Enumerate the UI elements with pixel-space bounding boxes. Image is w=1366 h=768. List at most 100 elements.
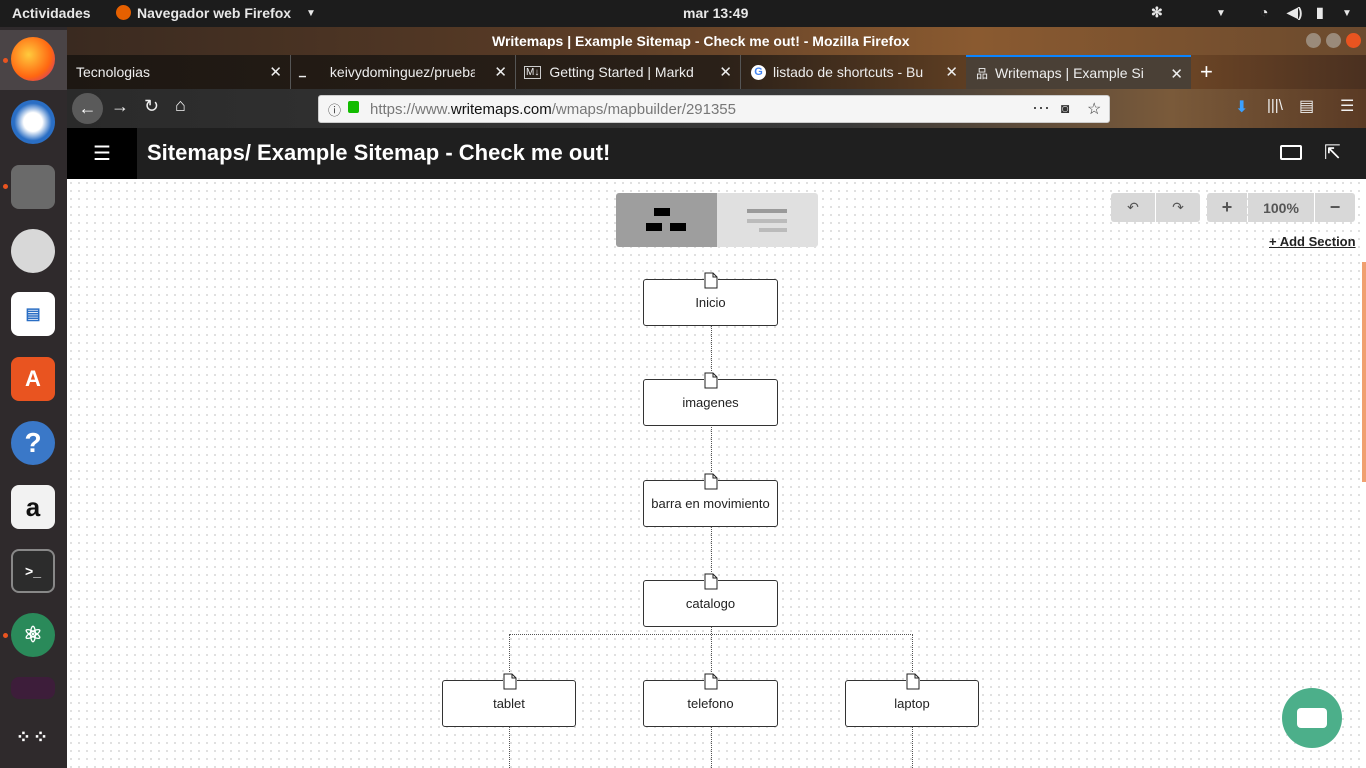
close-tab-icon[interactable]: ✕: [494, 63, 507, 81]
forward-icon[interactable]: →: [111, 96, 129, 117]
node-label: Inicio: [695, 295, 726, 310]
hamburger-button[interactable]: ☰: [67, 128, 137, 179]
sitemap-node[interactable]: laptop: [845, 673, 979, 727]
bookmark-star-icon[interactable]: ☆: [1087, 99, 1101, 119]
battery-icon[interactable]: ▮: [1316, 4, 1324, 21]
node-label: barra en movimiento: [651, 496, 770, 511]
page-icon: [704, 372, 718, 389]
running-indicator: [3, 184, 8, 189]
keyboard-icon[interactable]: [1280, 145, 1302, 160]
zoom-out-button[interactable]: −: [1315, 193, 1355, 222]
show-apps-icon[interactable]: ⁘⁘: [11, 715, 55, 759]
sitemap-node[interactable]: telefono: [643, 673, 778, 727]
tab-active[interactable]: 品 Writemaps | Example Si ✕: [966, 55, 1191, 89]
connector: [711, 425, 712, 480]
activities-button[interactable]: Actividades: [12, 5, 91, 21]
slack-tray-icon[interactable]: ✻: [1151, 4, 1163, 21]
dock: ▤ A ? a >_ ⚛ ⁘⁘: [0, 27, 67, 768]
url-text[interactable]: https://www.writemaps.com/wmaps/mapbuild…: [370, 101, 736, 118]
new-tab-icon[interactable]: +: [1200, 59, 1213, 85]
info-icon[interactable]: ⓘ: [328, 100, 341, 119]
files-icon[interactable]: [11, 165, 55, 209]
tree-view-icon-part: [646, 223, 662, 231]
zoom-in-button[interactable]: +: [1207, 193, 1247, 222]
reload-icon[interactable]: ↻: [144, 96, 159, 117]
terminal-icon[interactable]: >_: [11, 549, 55, 593]
url-prefix: https://www.: [370, 101, 451, 118]
wifi-icon[interactable]: ◔: [1260, 4, 1268, 20]
sidebar-icon[interactable]: ▤: [1299, 96, 1314, 116]
page-icon: [704, 673, 718, 690]
window-titlebar: Writemaps | Example Sitemap - Check me o…: [67, 27, 1366, 55]
home-icon[interactable]: ⌂: [175, 95, 186, 116]
running-indicator: [3, 633, 8, 638]
software-center-icon[interactable]: A: [11, 357, 55, 401]
list-view-button[interactable]: [717, 193, 818, 247]
node-label: imagenes: [682, 395, 739, 410]
redo-button[interactable]: ↷: [1156, 193, 1200, 222]
tab-label: Writemaps | Example Si: [995, 65, 1144, 81]
tree-view-button[interactable]: [616, 193, 717, 247]
writer-icon[interactable]: ▤: [11, 292, 55, 336]
slack-icon[interactable]: [11, 677, 55, 699]
url-domain: writemaps.com: [450, 101, 552, 118]
sitemap-node[interactable]: imagenes: [643, 372, 778, 426]
tab-label: Tecnologias: [76, 64, 150, 80]
minimize-icon[interactable]: [1306, 33, 1321, 48]
tab[interactable]: ▁ keivydominguez/prueba ✕: [290, 55, 515, 89]
thunderbird-icon[interactable]: [11, 100, 55, 144]
lock-icon[interactable]: [348, 101, 359, 113]
undo-button[interactable]: ↶: [1111, 193, 1155, 222]
list-view-icon: [747, 209, 787, 213]
chat-button[interactable]: [1282, 688, 1342, 748]
sitemap-node[interactable]: Inicio: [643, 272, 778, 326]
hamburger-menu-icon[interactable]: ☰: [1340, 96, 1354, 116]
sitemap-node[interactable]: barra en movimiento: [643, 473, 778, 527]
pocket-icon[interactable]: ◙: [1061, 100, 1069, 116]
connector: [509, 634, 913, 635]
close-tab-icon[interactable]: ✕: [1170, 65, 1183, 83]
library-icon[interactable]: |||\: [1267, 97, 1283, 114]
close-window-icon[interactable]: [1346, 33, 1361, 48]
share-icon[interactable]: ⇱: [1324, 140, 1341, 165]
close-tab-icon[interactable]: ✕: [269, 63, 282, 81]
download-icon[interactable]: ⬇: [1235, 97, 1248, 117]
clock[interactable]: mar 13:49: [683, 5, 748, 21]
page-actions-icon[interactable]: ···: [1032, 97, 1050, 118]
add-section-link[interactable]: + Add Section: [1269, 234, 1356, 249]
page-icon: [704, 473, 718, 490]
tab[interactable]: Tecnologias ✕: [67, 55, 290, 89]
app-menu[interactable]: Navegador web Firefox: [137, 5, 291, 21]
amazon-icon[interactable]: a: [11, 485, 55, 529]
sitemap-node[interactable]: tablet: [442, 673, 576, 727]
tab[interactable]: G listado de shortcuts - Bu ✕: [740, 55, 966, 89]
connector: [509, 726, 510, 768]
chevron-down-icon[interactable]: ▼: [306, 8, 316, 19]
help-icon[interactable]: ?: [11, 421, 55, 465]
connector: [711, 526, 712, 580]
connector: [711, 325, 712, 379]
page-icon: [704, 272, 718, 289]
sitemap-node[interactable]: catalogo: [643, 573, 778, 627]
close-tab-icon[interactable]: ✕: [945, 63, 958, 81]
close-tab-icon[interactable]: ✕: [719, 63, 732, 81]
tab-strip: Tecnologias ✕ ▁ keivydominguez/prueba ✕ …: [67, 55, 1366, 89]
connector: [912, 726, 913, 768]
list-view-icon-part: [747, 219, 787, 223]
atom-icon[interactable]: ⚛: [11, 613, 55, 657]
maximize-icon[interactable]: [1326, 33, 1341, 48]
back-icon[interactable]: ←: [72, 93, 103, 124]
node-label: laptop: [894, 696, 930, 711]
url-bar[interactable]: ⓘ https://www.writemaps.com/wmaps/mapbui…: [318, 95, 1110, 123]
system-menu-icon[interactable]: ▼: [1342, 8, 1352, 19]
sitemap-canvas[interactable]: ↶ ↷ + 100% − + Add Section Inicio imagen…: [67, 179, 1366, 768]
page-title: Sitemaps/ Example Sitemap - Check me out…: [147, 140, 611, 165]
tray-chevron-icon[interactable]: ▼: [1216, 8, 1226, 19]
scroll-indicator[interactable]: [1362, 262, 1366, 482]
firefox-icon[interactable]: [11, 37, 55, 81]
volume-icon[interactable]: ◀): [1287, 4, 1302, 21]
zoom-level: 100%: [1248, 193, 1314, 222]
tab[interactable]: M↓ Getting Started | Markdo ✕: [515, 55, 740, 89]
tree-view-icon: [654, 208, 670, 216]
rhythmbox-icon[interactable]: [11, 229, 55, 273]
